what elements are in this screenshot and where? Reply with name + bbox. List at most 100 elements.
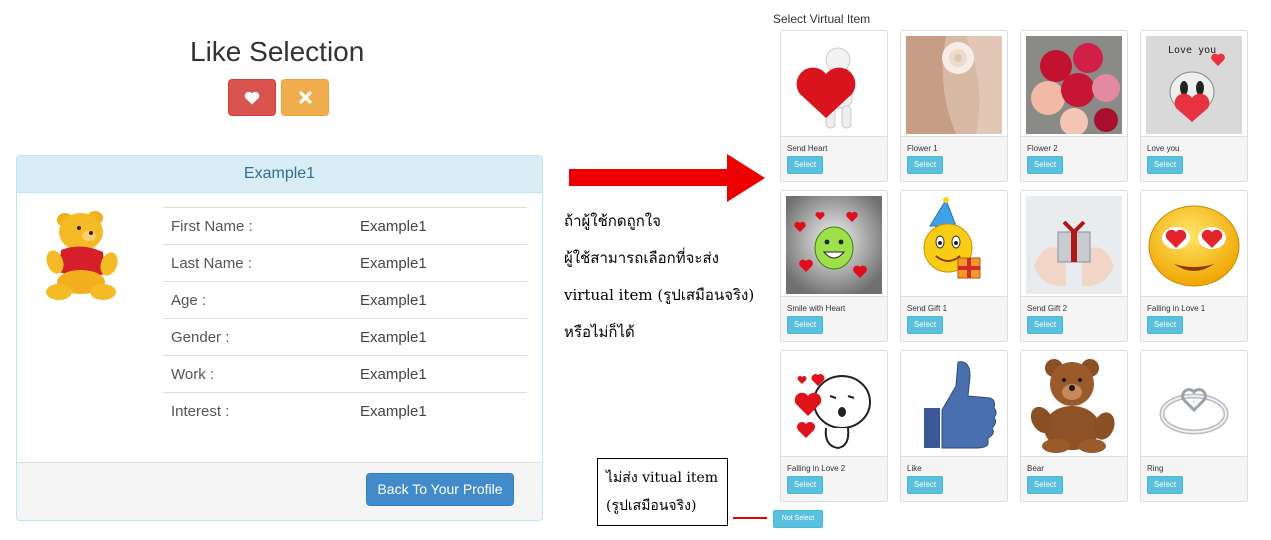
virtual-item-name: Falling in Love 1 — [1147, 304, 1206, 313]
teddy-bear-image — [1026, 356, 1122, 454]
like-button[interactable] — [228, 79, 276, 116]
virtual-item-card: Falling in Love 2 Select — [780, 350, 888, 502]
virtual-item-name: Like — [907, 464, 922, 473]
field-value: Example1 — [360, 328, 427, 346]
virtual-item-footer: Falling in Love 2 Select — [781, 456, 887, 501]
page-title: Like Selection — [190, 36, 365, 67]
close-icon — [298, 91, 312, 104]
virtual-item-footer: Like Select — [901, 456, 1007, 501]
field-label: Interest : — [171, 402, 230, 420]
virtual-item-footer: Love you Select — [1141, 136, 1247, 181]
love-you-image-text: Love you — [1168, 45, 1216, 56]
thumbs-up-image — [906, 356, 1002, 454]
annotation-line: virtual item (รูปเสมือนจริง) — [564, 286, 755, 304]
virtual-item-name: Send Heart — [787, 144, 828, 153]
virtual-item-footer: Send Gift 2 Select — [1021, 296, 1127, 341]
select-button[interactable]: Select — [1147, 476, 1183, 494]
field-label: Gender : — [171, 328, 230, 346]
virtual-item-card: Flower 2 Select — [1020, 30, 1128, 182]
field-label: First Name : — [171, 217, 253, 235]
virtual-item-card: Send Gift 2 Select — [1020, 190, 1128, 342]
send-heart-image — [786, 36, 882, 134]
virtual-item-footer: Flower 1 Select — [901, 136, 1007, 181]
virtual-item-name: Ring — [1147, 464, 1164, 473]
select-button[interactable]: Select — [1027, 156, 1063, 174]
virtual-item-name: Bear — [1027, 464, 1044, 473]
virtual-item-footer: Ring Select — [1141, 456, 1247, 501]
annotation-box: ไม่ส่ง vitual item (รูปเสมือนจริง) — [597, 458, 728, 526]
select-button[interactable]: Select — [1147, 316, 1183, 334]
select-button[interactable]: Select — [1027, 316, 1063, 334]
virtual-item-footer: Send Heart Select — [781, 136, 887, 181]
info-row-work: Work : Example1 — [163, 355, 527, 392]
info-row-age: Age : Example1 — [163, 281, 527, 318]
flower-1-image — [906, 36, 1002, 134]
select-button[interactable]: Select — [1027, 476, 1063, 494]
virtual-item-card: Love you Love you Select — [1140, 30, 1248, 182]
virtual-item-footer: Send Gift 1 Select — [901, 296, 1007, 341]
select-button[interactable]: Select — [907, 316, 943, 334]
info-row-gender: Gender : Example1 — [163, 318, 527, 355]
not-select-button[interactable]: Not Select — [773, 510, 823, 528]
arrow-right-icon — [569, 154, 765, 202]
field-label: Last Name : — [171, 254, 252, 272]
dislike-button[interactable] — [281, 79, 329, 116]
field-label: Work : — [171, 365, 215, 383]
send-gift-1-image — [906, 196, 1002, 294]
virtual-item-name: Love you — [1147, 144, 1180, 153]
annotation-line: ผู้ใช้สามารถเลือกที่จะส่ง — [564, 249, 719, 267]
virtual-item-grid: Send Heart Select Flower 1 Select Flower… — [780, 30, 1248, 502]
field-value: Example1 — [360, 402, 427, 420]
select-button[interactable]: Select — [907, 476, 943, 494]
virtual-item-card: Flower 1 Select — [900, 30, 1008, 182]
field-value: Example1 — [360, 217, 427, 235]
virtual-item-name: Send Gift 2 — [1027, 304, 1068, 313]
connector-line — [733, 517, 767, 519]
virtual-item-card: Like Select — [900, 350, 1008, 502]
annotation-box-line: ไม่ส่ง vitual item — [606, 470, 719, 486]
falling-in-love-1-image — [1146, 196, 1242, 294]
select-button[interactable]: Select — [1147, 156, 1183, 174]
field-value: Example1 — [360, 291, 427, 309]
select-button[interactable]: Select — [787, 476, 823, 494]
field-value: Example1 — [360, 254, 427, 272]
virtual-item-name: Send Gift 1 — [907, 304, 948, 313]
avatar — [46, 211, 118, 300]
profile-panel: Example1 First Name : Example1 Last Name… — [16, 155, 543, 521]
select-button[interactable]: Select — [787, 156, 823, 174]
info-row-last-name: Last Name : Example1 — [163, 244, 527, 281]
select-button[interactable]: Select — [907, 156, 943, 174]
back-to-profile-button[interactable]: Back To Your Profile — [366, 473, 514, 506]
virtual-item-card: Send Heart Select — [780, 30, 888, 182]
virtual-item-title: Select Virtual Item — [773, 12, 871, 26]
heart-icon — [244, 91, 260, 104]
annotation-text: ถ้าผู้ใช้กดถูกใจ ผู้ใช้สามารถเลือกที่จะส… — [564, 203, 769, 351]
profile-info-table: First Name : Example1 Last Name : Exampl… — [163, 207, 527, 429]
virtual-item-name: Smile with Heart — [787, 304, 846, 313]
virtual-item-card: Smile with Heart Select — [780, 190, 888, 342]
virtual-item-card: Bear Select — [1020, 350, 1128, 502]
virtual-item-name: Flower 1 — [907, 144, 938, 153]
send-gift-2-image — [1026, 196, 1122, 294]
select-button[interactable]: Select — [787, 316, 823, 334]
panel-footer: Back To Your Profile — [17, 462, 542, 520]
love-you-image: Love you — [1146, 36, 1242, 134]
falling-in-love-2-image — [786, 356, 882, 454]
virtual-item-footer: Bear Select — [1021, 456, 1127, 501]
field-label: Age : — [171, 291, 207, 309]
virtual-item-card: Falling in Love 1 Select — [1140, 190, 1248, 342]
field-value: Example1 — [360, 365, 427, 383]
virtual-item-footer: Flower 2 Select — [1021, 136, 1127, 181]
ring-image — [1146, 356, 1242, 454]
info-row-interest: Interest : Example1 — [163, 392, 527, 429]
flower-2-image — [1026, 36, 1122, 134]
panel-heading: Example1 — [17, 156, 542, 193]
virtual-item-footer: Falling in Love 1 Select — [1141, 296, 1247, 341]
annotation-line: หรือไม่ก็ได้ — [564, 323, 635, 341]
virtual-item-footer: Smile with Heart Select — [781, 296, 887, 341]
info-row-first-name: First Name : Example1 — [163, 207, 527, 244]
smile-with-heart-image — [786, 196, 882, 294]
annotation-box-line: (รูปเสมือนจริง) — [606, 498, 697, 514]
virtual-item-name: Falling in Love 2 — [787, 464, 846, 473]
annotation-line: ถ้าผู้ใช้กดถูกใจ — [564, 212, 661, 230]
